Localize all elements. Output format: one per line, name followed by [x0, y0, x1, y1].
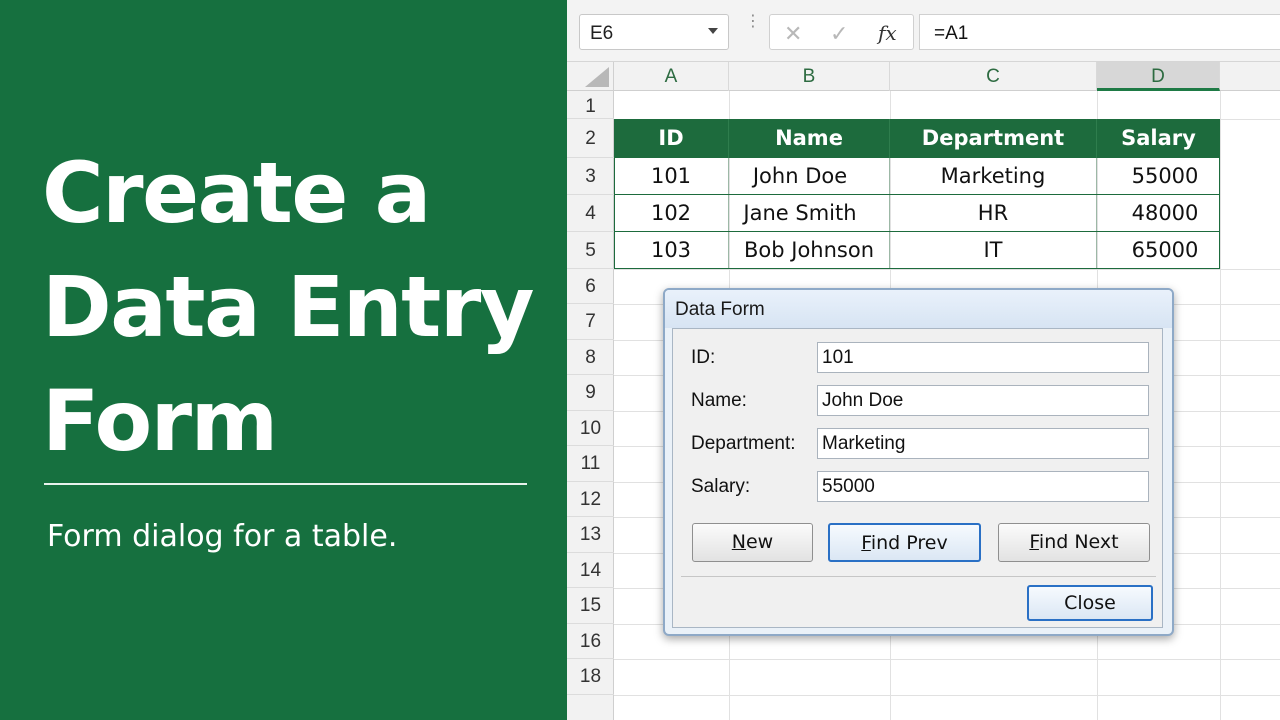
- id-field[interactable]: 101: [817, 342, 1149, 373]
- data-form-dialog: Data Form ID: 101 Name: John Doe Departm…: [663, 288, 1174, 636]
- table-cell[interactable]: 101: [614, 158, 729, 194]
- table-cell[interactable]: IT: [890, 232, 1097, 268]
- drag-handle-icon[interactable]: ⋮: [745, 14, 761, 30]
- table-cell[interactable]: 65000: [1097, 232, 1219, 268]
- headline-line-3: Form: [42, 372, 278, 470]
- row-header[interactable]: 15: [567, 588, 614, 624]
- table-cell[interactable]: 55000: [1097, 158, 1219, 194]
- row-header[interactable]: 14: [567, 553, 614, 588]
- row-header[interactable]: 4: [567, 195, 614, 232]
- row-header[interactable]: 13: [567, 517, 614, 553]
- new-label: ew: [745, 531, 774, 553]
- row-header[interactable]: 16: [567, 624, 614, 659]
- table-cell[interactable]: 48000: [1097, 195, 1219, 231]
- promo-panel: Create a Data Entry Form Form dialog for…: [0, 0, 567, 720]
- formula-input[interactable]: =A1: [919, 14, 1280, 50]
- department-field[interactable]: Marketing: [817, 428, 1149, 459]
- row-header[interactable]: 1: [567, 91, 614, 119]
- enter-icon[interactable]: ✓: [830, 21, 848, 47]
- table-row: 103 Bob Johnson IT 65000: [614, 232, 1220, 269]
- table-header-cell[interactable]: Department: [890, 119, 1097, 158]
- row-headers: 1 2 3 4 5 6 7 8 9 10 11 12 13 14 15 16 1…: [567, 91, 614, 720]
- name-field[interactable]: John Doe: [817, 385, 1149, 416]
- select-all-icon: [585, 67, 609, 87]
- name-label: Name:: [691, 390, 747, 411]
- dialog-title: Data Form: [675, 299, 765, 320]
- dialog-body: ID: 101 Name: John Doe Department: Marke…: [672, 328, 1163, 628]
- formula-text: =A1: [934, 23, 969, 44]
- salary-label: Salary:: [691, 476, 751, 497]
- table-cell[interactable]: Jane Smith: [729, 195, 890, 231]
- chevron-down-icon[interactable]: [708, 28, 718, 34]
- table-cell[interactable]: Marketing: [890, 158, 1097, 194]
- find-next-button[interactable]: Find Next: [998, 523, 1150, 562]
- row-header[interactable]: 18: [567, 659, 614, 695]
- new-button[interactable]: New: [692, 523, 813, 562]
- row-header[interactable]: 12: [567, 482, 614, 517]
- row-header[interactable]: 9: [567, 375, 614, 411]
- select-all-button[interactable]: [567, 62, 614, 91]
- row-header[interactable]: 6: [567, 269, 614, 304]
- table-cell[interactable]: 103: [614, 232, 729, 268]
- name-box[interactable]: E6: [579, 14, 729, 50]
- find-next-label: ind Next: [1038, 531, 1119, 553]
- cancel-icon[interactable]: ✕: [784, 21, 802, 47]
- row-header[interactable]: 8: [567, 340, 614, 375]
- column-header-a[interactable]: A: [614, 62, 729, 91]
- table-cell[interactable]: HR: [890, 195, 1097, 231]
- find-prev-label: ind Prev: [870, 532, 948, 554]
- column-headers: A B C D: [567, 62, 1280, 91]
- divider: [44, 483, 527, 485]
- insert-function-icon[interactable]: fx: [878, 21, 897, 45]
- formula-toolbar: E6 ⋮ ✕ ✓ fx =A1: [567, 0, 1280, 62]
- dialog-separator: [681, 576, 1156, 577]
- headline: Create a Data Entry Form: [42, 136, 552, 478]
- close-button[interactable]: Close: [1027, 585, 1153, 621]
- table-cell[interactable]: John Doe: [729, 158, 890, 194]
- table-header-cell[interactable]: ID: [614, 119, 729, 158]
- salary-field[interactable]: 55000: [817, 471, 1149, 502]
- id-label: ID:: [691, 347, 716, 368]
- table-header-cell[interactable]: Salary: [1097, 119, 1220, 158]
- dialog-titlebar[interactable]: Data Form: [665, 290, 1172, 328]
- find-prev-mnemonic: F: [861, 532, 871, 554]
- find-prev-button[interactable]: Find Prev: [828, 523, 981, 562]
- column-header-c[interactable]: C: [890, 62, 1097, 91]
- table-row: 101 John Doe Marketing 55000: [614, 158, 1220, 195]
- headline-line-2: Data Entry: [42, 258, 535, 356]
- formula-actions: ✕ ✓ fx: [769, 14, 914, 50]
- department-label: Department:: [691, 433, 796, 454]
- headline-line-1: Create a: [42, 144, 431, 242]
- table-header-cell[interactable]: Name: [729, 119, 890, 158]
- row-header[interactable]: 5: [567, 232, 614, 269]
- table-row: 102 Jane Smith HR 48000: [614, 195, 1220, 232]
- row-header[interactable]: 2: [567, 119, 614, 158]
- row-header[interactable]: 7: [567, 304, 614, 340]
- find-next-mnemonic: F: [1029, 531, 1039, 553]
- table-cell[interactable]: 102: [614, 195, 729, 231]
- row-header[interactable]: 11: [567, 446, 614, 482]
- column-header-b[interactable]: B: [729, 62, 890, 91]
- new-mnemonic: N: [731, 531, 746, 553]
- row-header[interactable]: 3: [567, 158, 614, 195]
- subtitle: Form dialog for a table.: [47, 519, 398, 554]
- table-header-row: ID Name Department Salary: [614, 119, 1220, 158]
- column-header-d[interactable]: D: [1097, 62, 1220, 91]
- table-cell[interactable]: Bob Johnson: [729, 232, 890, 268]
- name-box-value: E6: [590, 23, 614, 44]
- row-header[interactable]: 10: [567, 411, 614, 446]
